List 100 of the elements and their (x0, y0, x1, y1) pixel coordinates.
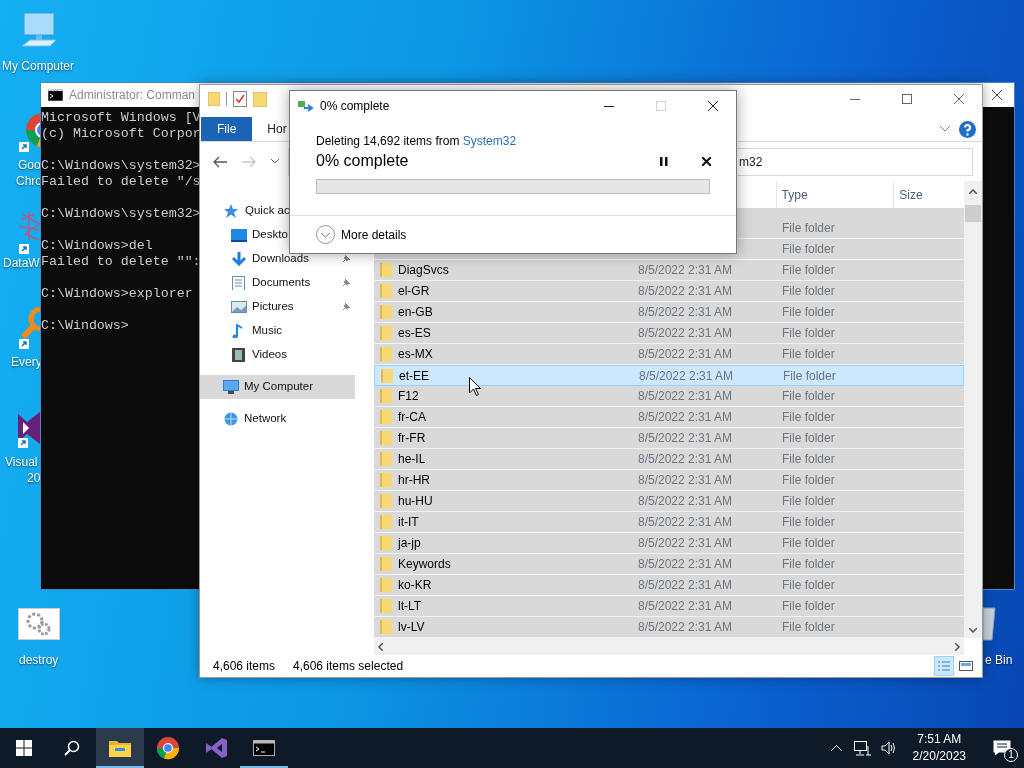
file-row[interactable]: es-MX 8/5/2022 2:31 AM File folder (374, 344, 964, 365)
file-date: 8/5/2022 2:31 AM (638, 452, 733, 466)
ribbon-tab[interactable]: File (201, 117, 253, 141)
file-date: 8/5/2022 2:31 AM (638, 389, 733, 403)
file-row[interactable]: lt-LT 8/5/2022 2:31 AM File folder (374, 596, 964, 617)
visual-studio-icon (204, 736, 228, 760)
vertical-scrollbar[interactable] (964, 181, 982, 638)
folder-icon (380, 620, 392, 634)
file-date: 8/5/2022 2:31 AM (638, 620, 733, 634)
minimize-icon (850, 98, 860, 100)
file-type: File folder (782, 221, 835, 235)
file-row[interactable]: es-ES 8/5/2022 2:31 AM File folder (374, 323, 964, 344)
file-date: 8/5/2022 2:31 AM (638, 326, 733, 340)
file-type: File folder (782, 620, 835, 634)
file-date: 8/5/2022 2:31 AM (638, 599, 733, 613)
folder-icon (380, 557, 392, 571)
nav-item[interactable]: Documents (200, 271, 355, 295)
gears-icon[interactable] (18, 608, 60, 640)
file-row[interactable]: et-EE 8/5/2022 2:31 AM File folder (374, 365, 964, 386)
file-date: 8/5/2022 2:31 AM (638, 305, 733, 319)
file-name: lt-LT (398, 598, 422, 615)
nav-item[interactable]: Pictures (200, 295, 355, 319)
file-type: File folder (782, 452, 835, 466)
file-type: File folder (783, 368, 836, 383)
nav-item[interactable]: Music (200, 319, 355, 343)
file-row[interactable]: hr-HR 8/5/2022 2:31 AM File folder (374, 470, 964, 491)
properties-icon[interactable] (233, 91, 247, 107)
status-text: 4,606 items selected (293, 658, 404, 675)
scroll-left-icon (378, 642, 383, 651)
console-line: C:\Windows> (41, 318, 129, 334)
back-arrow-icon (213, 155, 227, 168)
file-type: File folder (782, 347, 835, 361)
file-type: File folder (782, 431, 835, 445)
console-line: C:\Windows>explorer (41, 286, 193, 302)
nav-item-label: Videos (252, 347, 287, 363)
scroll-up-icon (969, 189, 977, 194)
expand-icon (316, 225, 335, 244)
icon-label: destroy (19, 652, 59, 668)
document-icon (231, 276, 247, 290)
maximize-icon (902, 94, 912, 104)
nav-item[interactable]: Videos (200, 343, 355, 367)
nav-item[interactable]: Network (200, 407, 355, 431)
horizontal-scrollbar[interactable] (374, 638, 964, 655)
forward-arrow-icon (242, 155, 256, 168)
file-row[interactable]: F12 8/5/2022 2:31 AM File folder (374, 386, 964, 407)
file-name: es-ES (398, 325, 431, 342)
scroll-down-icon (969, 628, 977, 633)
file-row[interactable]: lv-LV 8/5/2022 2:31 AM File folder (374, 617, 964, 638)
icon-label: e Bin (985, 652, 1013, 668)
file-row[interactable]: ko-KR 8/5/2022 2:31 AM File folder (374, 575, 964, 596)
file-row[interactable]: el-GR 8/5/2022 2:31 AM File folder (374, 281, 964, 302)
minimize-icon (604, 105, 614, 107)
console-line: C:\Windows\system32> (41, 206, 201, 222)
file-name: lv-LV (398, 619, 425, 636)
source-link[interactable]: System32 (462, 134, 517, 148)
scrollbar-thumb[interactable] (965, 205, 981, 222)
file-explorer-icon (109, 739, 131, 757)
file-name: es-MX (398, 346, 433, 363)
file-row[interactable]: ja-jp 8/5/2022 2:31 AM File folder (374, 533, 964, 554)
window-title: 0% complete (320, 98, 390, 115)
file-type: File folder (782, 536, 835, 550)
file-row[interactable]: fr-FR 8/5/2022 2:31 AM File folder (374, 428, 964, 449)
file-row[interactable]: DiagSvcs 8/5/2022 2:31 AM File folder (374, 260, 964, 281)
console-line: Microsoft Windows [V (41, 110, 201, 126)
clock[interactable]: 7:51 AM 2/20/2023 (904, 731, 974, 765)
file-type: File folder (782, 557, 835, 571)
folder-icon (380, 473, 392, 487)
file-name: et-EE (399, 367, 429, 385)
folder-icon (380, 305, 392, 319)
file-name: DiagSvcs (398, 262, 449, 279)
action-center-button[interactable]: 1 (980, 728, 1024, 768)
folder-icon (380, 452, 392, 466)
folder-icon (380, 515, 392, 529)
folder-icon (380, 347, 392, 361)
status-text: 4,606 items (213, 658, 277, 675)
folder-icon (380, 284, 392, 298)
file-row[interactable]: en-GB 8/5/2022 2:31 AM File folder (374, 302, 964, 323)
folder-icon (380, 410, 392, 424)
window-title: Administrator: Comman (69, 87, 196, 104)
console-icon (253, 740, 275, 756)
file-row[interactable]: it-IT 8/5/2022 2:31 AM File folder (374, 512, 964, 533)
nav-item-label: Documents (252, 275, 311, 291)
nav-item-label: Pictures (252, 299, 294, 315)
file-type: File folder (782, 473, 835, 487)
chevron-icon (940, 126, 950, 132)
file-name: it-IT (398, 514, 419, 531)
file-name: el-GR (398, 283, 430, 300)
taskbar-app[interactable] (96, 728, 144, 768)
file-row[interactable]: Keywords 8/5/2022 2:31 AM File folder (374, 554, 964, 575)
console-line: (c) Microsoft Corpor (41, 126, 201, 142)
globe-icon (223, 412, 239, 426)
file-type: File folder (782, 305, 835, 319)
file-row[interactable]: he-IL 8/5/2022 2:31 AM File folder (374, 449, 964, 470)
folder-icon (380, 536, 392, 550)
film-icon (231, 348, 247, 362)
file-row[interactable]: hu-HU 8/5/2022 2:31 AM File folder (374, 491, 964, 512)
nav-item[interactable]: My Computer (200, 375, 355, 399)
help-icon (958, 120, 976, 138)
maximize-icon (656, 101, 666, 111)
file-row[interactable]: fr-CA 8/5/2022 2:31 AM File folder (374, 407, 964, 428)
